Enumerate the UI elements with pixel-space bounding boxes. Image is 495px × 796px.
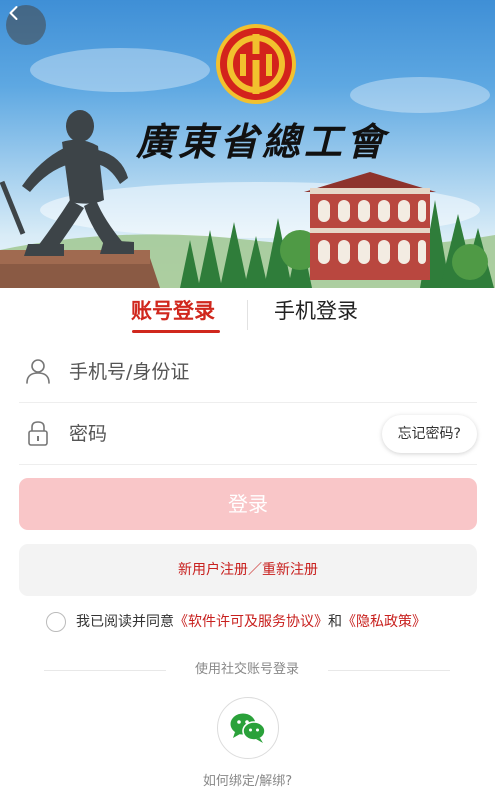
banner-title: 廣東省總工會	[136, 119, 389, 164]
worker-statue	[0, 110, 134, 256]
login-button[interactable]: 登录	[19, 478, 477, 530]
divider-line-right	[328, 670, 450, 671]
social-login-divider: 使用社交账号登录	[44, 660, 450, 680]
header-banner: 廣東省總工會	[0, 0, 495, 288]
register-button[interactable]: 新用户注册／重新注册	[19, 544, 477, 596]
username-input[interactable]	[69, 353, 349, 391]
forgot-password-button[interactable]: 忘记密码?	[381, 415, 477, 453]
username-field-row	[19, 341, 477, 403]
wechat-login-button[interactable]	[217, 697, 279, 759]
agreement-and: 和	[328, 614, 342, 630]
agreement-prefix: 我已阅读并同意	[76, 614, 174, 630]
back-button[interactable]	[6, 5, 46, 45]
agreement-checkbox[interactable]	[46, 612, 66, 632]
active-tab-indicator	[132, 330, 220, 333]
bind-unbind-help-link[interactable]: 如何绑定/解绑?	[0, 772, 495, 792]
login-tabs: 账号登录 手机登录	[0, 288, 495, 340]
tab-divider	[247, 300, 248, 330]
software-agreement-link[interactable]: 《软件许可及服务协议》	[174, 612, 328, 632]
chevron-left-icon	[9, 6, 18, 20]
building-illustration	[304, 172, 436, 280]
agreement-row: 我已阅读并同意 《软件许可及服务协议》 和 《隐私政策》	[46, 611, 426, 633]
user-icon	[26, 359, 50, 384]
lock-icon	[28, 421, 48, 446]
password-input[interactable]	[69, 415, 349, 453]
privacy-policy-link[interactable]: 《隐私政策》	[342, 612, 426, 632]
tab-phone-login[interactable]: 手机登录	[274, 296, 358, 326]
trade-union-emblem-icon	[216, 24, 296, 104]
wechat-icon	[230, 713, 266, 743]
tab-account-login[interactable]: 账号登录	[131, 296, 215, 326]
password-field-row: 忘记密码?	[19, 403, 477, 465]
